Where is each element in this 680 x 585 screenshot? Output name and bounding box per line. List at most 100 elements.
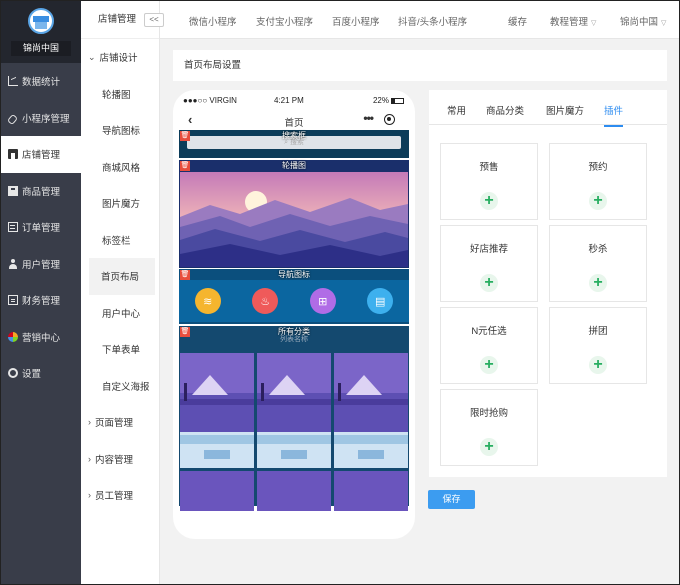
topnav-account[interactable]: 锦尚中国 ▽ (620, 14, 666, 28)
module-category[interactable]: 🗑 所有分类 列表名称 (179, 326, 409, 511)
subnav-item-poster[interactable]: 自定义海报 (81, 368, 159, 405)
sidebar-item-users[interactable]: 用户管理 (1, 246, 81, 283)
sidebar-item-goods[interactable]: 商品管理 (1, 173, 81, 210)
subnav-item-order-form[interactable]: 下单表单 (81, 331, 159, 368)
topnav-wechat[interactable]: 微信小程序 (189, 14, 237, 28)
sidebar-item-finance[interactable]: 财务管理 (1, 282, 81, 319)
subnav-group-content[interactable]: › 内容管理 (81, 441, 159, 478)
plugin-card-booking[interactable]: 预约 + (549, 143, 647, 220)
plugin-card-group-buy[interactable]: 拼团 + (549, 307, 647, 384)
topnav-alipay[interactable]: 支付宝小程序 (256, 14, 313, 28)
chevron-right-icon: › (88, 417, 91, 428)
add-icon[interactable]: + (480, 438, 498, 456)
category-cell (180, 353, 254, 468)
sidebar-item-label: 订单管理 (22, 223, 61, 235)
add-icon[interactable]: + (589, 356, 607, 374)
fire-icon: ♨ (252, 288, 279, 314)
subnav-group-pages[interactable]: › 页面管理 (81, 404, 159, 441)
subnav-group-store-design[interactable]: ⌄ 店铺设计 (81, 39, 159, 76)
topnav-baidu[interactable]: 百度小程序 (332, 14, 380, 28)
main-sidebar: 锦尚中国 数据统计 小程序管理 店铺管理 商品管理 订单管理 用户管理 财务管理… (1, 1, 81, 584)
category-cell (334, 353, 408, 468)
more-icon[interactable]: ••• (363, 111, 374, 125)
brand-area: 锦尚中国 (1, 1, 81, 63)
plugin-card-limited-time[interactable]: 限时抢购 + (440, 389, 538, 466)
capsule-close-icon[interactable] (384, 114, 395, 125)
add-icon[interactable]: + (480, 356, 498, 374)
sidebar-item-marketing[interactable]: 营销中心 (1, 319, 81, 356)
subnav-item-user-center[interactable]: 用户中心 (81, 295, 159, 332)
category-cell (180, 471, 254, 511)
document-icon: ▤ (367, 288, 394, 314)
top-nav: 微信小程序 支付宝小程序 百度小程序 抖音/头条小程序 缓存 教程管理 ▽ 锦尚中… (160, 1, 679, 39)
brand-name: 锦尚中国 (11, 41, 71, 56)
order-icon (8, 222, 18, 233)
gear-icon (8, 368, 18, 379)
chevron-right-icon: › (88, 490, 91, 501)
topnav-douyin[interactable]: 抖音/头条小程序 (398, 14, 467, 28)
sidebar-item-label: 商品管理 (22, 186, 61, 198)
phone-page-title: 首页 (284, 118, 304, 129)
page-title: 首页布局设置 (173, 50, 667, 81)
delete-icon[interactable]: 🗑 (180, 161, 190, 171)
subnav-item-tabbar[interactable]: 标签栏 (81, 222, 159, 259)
collapse-button[interactable]: << (144, 13, 164, 27)
link-icon (8, 113, 18, 123)
sidebar-item-orders[interactable]: 订单管理 (1, 209, 81, 246)
main-content: 首页布局设置 ●●●○○ VIRGIN 4:21 PM 22% ‹ 首页 •••… (160, 39, 679, 584)
module-banner[interactable]: 🗑 轮播图 (179, 160, 409, 268)
chevron-down-icon: ▽ (661, 20, 667, 27)
delete-icon[interactable]: 🗑 (180, 270, 190, 280)
tab-plugins[interactable]: 插件 (604, 103, 624, 127)
phone-nav-bar: ‹ 首页 ••• (179, 111, 409, 130)
sidebar-item-label: 用户管理 (22, 259, 61, 271)
subnav-item-carousel[interactable]: 轮播图 (81, 76, 159, 113)
add-icon[interactable]: + (589, 274, 607, 292)
add-icon[interactable]: + (480, 274, 498, 292)
market-icon (8, 331, 18, 342)
sidebar-item-store[interactable]: 店铺管理 (1, 136, 81, 173)
category-cell (257, 471, 331, 511)
save-button[interactable]: 保存 (428, 490, 475, 509)
add-icon[interactable]: + (480, 192, 498, 210)
store-logo[interactable] (28, 8, 54, 34)
sub-sidebar: 店铺管理 << ⌄ 店铺设计 轮播图 导航图标 商城风格 图片魔方 标签栏 首页布… (81, 1, 164, 584)
plugin-card-flash-sale[interactable]: 秒杀 + (549, 225, 647, 302)
category-cell (257, 353, 331, 468)
topnav-tutorial[interactable]: 教程管理 ▽ (550, 14, 596, 28)
user-icon (8, 258, 18, 269)
category-grid (179, 353, 409, 511)
sidebar-item-label: 店铺管理 (22, 150, 61, 162)
phone-status-bar: ●●●○○ VIRGIN 4:21 PM 22% (179, 90, 409, 113)
tab-image-cube[interactable]: 图片魔方 (546, 103, 584, 117)
add-icon[interactable]: + (589, 192, 607, 210)
battery-indicator: 22% (373, 96, 404, 105)
chevron-down-icon: ▽ (591, 20, 597, 27)
subnav-item-image-cube[interactable]: 图片魔方 (81, 185, 159, 222)
sidebar-item-miniprogram[interactable]: 小程序管理 (1, 100, 81, 137)
chevron-right-icon: › (88, 453, 91, 464)
sidebar-item-settings[interactable]: 设置 (1, 355, 81, 392)
delete-icon[interactable]: 🗑 (180, 131, 190, 141)
tab-common[interactable]: 常用 (447, 103, 466, 117)
subnav-item-home-layout[interactable]: 首页布局 (89, 258, 155, 295)
module-nav-icons[interactable]: 🗑 导航图标 ≋ ♨ ⊞ ▤ (179, 269, 409, 324)
app-window: 锦尚中国 数据统计 小程序管理 店铺管理 商品管理 订单管理 用户管理 财务管理… (0, 0, 680, 585)
delete-icon[interactable]: 🗑 (180, 327, 190, 337)
banner-image (180, 172, 408, 267)
subnav-group-staff[interactable]: › 员工管理 (81, 477, 159, 514)
subnav-item-style[interactable]: 商城风格 (81, 149, 159, 186)
plugin-card-presale[interactable]: 预售 + (440, 143, 538, 220)
plugin-card-recommend[interactable]: 好店推荐 + (440, 225, 538, 302)
topnav-cache[interactable]: 缓存 (508, 14, 527, 28)
plugin-card-n-yuan[interactable]: N元任选 + (440, 307, 538, 384)
module-search[interactable]: 🗑 搜索框 ⌕ 搜索 (179, 130, 409, 158)
chart-icon (8, 76, 18, 87)
chevron-down-icon: ⌄ (88, 51, 96, 62)
sidebar-item-stats[interactable]: 数据统计 (1, 63, 81, 100)
subnav-item-nav-icons[interactable]: 导航图标 (81, 112, 159, 149)
sub-sidebar-title: 店铺管理 << (81, 1, 164, 39)
clock-text: 4:21 PM (274, 96, 304, 105)
nav-icon-row: ≋ ♨ ⊞ ▤ (179, 280, 409, 322)
tab-product-category[interactable]: 商品分类 (486, 103, 524, 117)
